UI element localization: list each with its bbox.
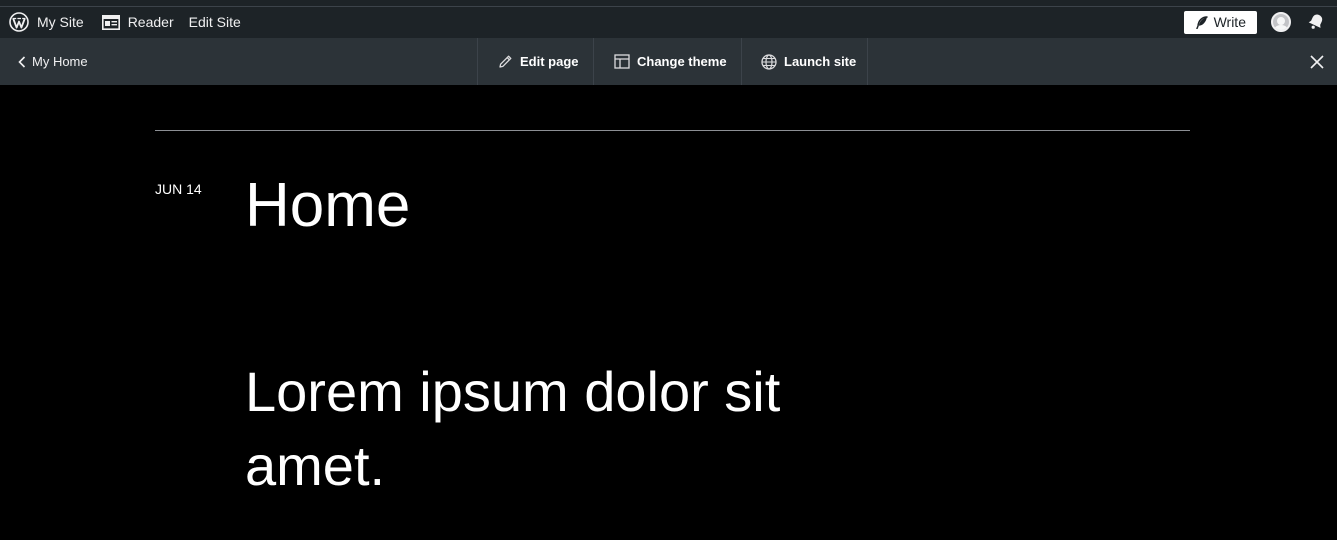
close-icon: [1310, 54, 1324, 69]
launch-site-button[interactable]: Launch site: [741, 38, 868, 85]
launch-site-label: Launch site: [784, 54, 857, 69]
edit-page-button[interactable]: Edit page: [477, 38, 593, 85]
admin-bar: My Site Reader Edit Site Write: [0, 0, 1337, 38]
reader-label: Reader: [127, 14, 174, 30]
layout-icon: [614, 54, 630, 69]
preview-actions: Edit page Change theme Launch site: [477, 38, 868, 85]
page-title: Home: [245, 171, 411, 240]
avatar-icon[interactable]: [1271, 12, 1291, 32]
write-label: Write: [1213, 14, 1246, 30]
wordpress-logo-button[interactable]: [0, 6, 35, 38]
my-site-label: My Site: [37, 14, 84, 30]
my-site-link[interactable]: My Site: [35, 6, 94, 38]
pencil-icon: [499, 55, 512, 68]
back-label: My Home: [32, 54, 88, 69]
feather-icon: [1195, 15, 1208, 29]
edit-site-label: Edit Site: [188, 14, 241, 30]
bell-icon: [1308, 14, 1323, 29]
admin-bar-left: My Site Reader Edit Site: [0, 6, 249, 38]
admin-bar-right: Write: [1183, 6, 1337, 38]
header-divider: [155, 130, 1190, 131]
close-preview-button[interactable]: [1310, 38, 1324, 85]
edit-page-label: Edit page: [520, 54, 579, 69]
site-preview-toolbar: My Home Edit page Change theme Launch si…: [0, 38, 1337, 85]
change-theme-button[interactable]: Change theme: [593, 38, 741, 85]
notifications-button[interactable]: [1307, 12, 1325, 33]
write-button[interactable]: Write: [1183, 10, 1257, 34]
post-date: JUN 14: [155, 181, 202, 197]
chevron-left-icon: [18, 55, 26, 68]
site-page-content: JUN 14 Home Lorem ipsum dolor sit amet.: [0, 85, 1337, 540]
edit-site-link[interactable]: Edit Site: [181, 6, 249, 38]
reader-icon: [101, 14, 120, 30]
back-to-my-home-link[interactable]: My Home: [18, 38, 88, 85]
reader-link[interactable]: Reader: [94, 6, 181, 38]
globe-icon: [761, 53, 777, 70]
wordpress-icon: [9, 12, 29, 32]
change-theme-label: Change theme: [637, 54, 727, 69]
page-body-text: Lorem ipsum dolor sit amet.: [245, 360, 781, 497]
